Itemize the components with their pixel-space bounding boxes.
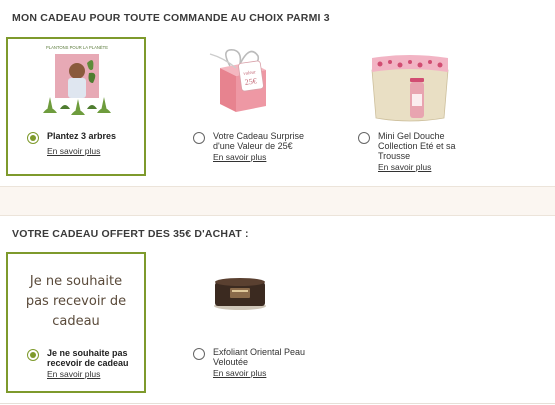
gift-option-no-gift[interactable]: Je ne souhaite pas recevoir de cadeau Je…: [6, 252, 146, 393]
gift-tag-line2: 25€: [244, 76, 257, 87]
option-label: Exfoliant Oriental Peau Veloutée: [213, 347, 306, 367]
bottom-divider: [0, 403, 555, 404]
surprise-gift-image: valeur 25€: [200, 42, 280, 118]
learn-more-link[interactable]: En savoir plus: [47, 369, 135, 379]
gift-option-plant-trees[interactable]: PLANTONS POUR LA PLANÈTE Plantez 3 arbre…: [6, 37, 146, 176]
plant-trees-image: PLANTONS POUR LA PLANÈTE: [35, 43, 119, 123]
option-label: Votre Cadeau Surprise d'une Valeur de 25…: [213, 131, 305, 151]
plant-caption: PLANTONS POUR LA PLANÈTE: [46, 45, 108, 50]
learn-more-link[interactable]: En savoir plus: [378, 162, 474, 172]
no-gift-big-text: Je ne souhaite pas recevoir de cadeau: [25, 274, 127, 329]
gift-option-shower-gel[interactable]: Mini Gel Douche Collection Eté et sa Tro…: [358, 131, 478, 172]
learn-more-link[interactable]: En savoir plus: [47, 146, 116, 156]
gift-option-surprise[interactable]: Votre Cadeau Surprise d'une Valeur de 25…: [193, 131, 323, 162]
radio-no-gift[interactable]: [27, 349, 39, 361]
option-label: Je ne souhaite pas recevoir de cadeau: [47, 348, 129, 368]
section-title-gift-choice: MON CADEAU POUR TOUTE COMMANDE AU CHOIX …: [12, 12, 330, 24]
gift-option-exfoliant[interactable]: Exfoliant Oriental Peau Veloutée En savo…: [193, 347, 323, 378]
exfoliant-jar-image: [212, 276, 268, 312]
shower-gel-pouch-image: [364, 48, 456, 124]
radio-surprise-gift[interactable]: [193, 132, 205, 144]
option-label: Mini Gel Douche Collection Eté et sa Tro…: [378, 131, 456, 161]
radio-plant-trees[interactable]: [27, 132, 39, 144]
radio-shower-gel[interactable]: [358, 132, 370, 144]
section-title-free-gift: VOTRE CADEAU OFFERT DES 35€ D'ACHAT :: [12, 228, 249, 240]
option-label: Plantez 3 arbres: [47, 131, 117, 141]
learn-more-link[interactable]: En savoir plus: [213, 152, 319, 162]
section-separator: [0, 186, 555, 216]
radio-exfoliant[interactable]: [193, 348, 205, 360]
learn-more-link[interactable]: En savoir plus: [213, 368, 317, 378]
